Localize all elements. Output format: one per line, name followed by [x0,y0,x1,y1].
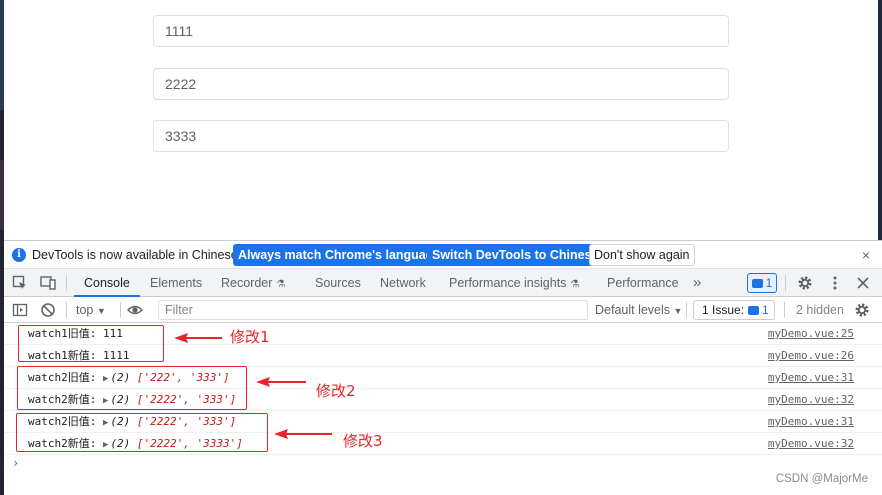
tab-performance[interactable]: Performance [607,269,679,297]
text-input-2[interactable]: 2222 [153,68,729,100]
infobar-message: DevTools is now available in Chinese! [32,248,242,262]
clear-console-icon[interactable] [40,302,56,318]
tab-recorder-label: Recorder [221,276,273,290]
experiment-flask-icon: ⚗ [570,279,580,290]
tab-elements[interactable]: Elements [150,269,202,297]
tab-performance-insights[interactable]: Performance insights ⚗ [449,269,579,297]
console-toolbar: top ▼ Filter Default levels ▼ 1 Issue: 1 … [4,297,882,323]
dropdown-arrow-icon: ▼ [96,306,106,316]
desktop-background-right [878,0,882,240]
close-icon[interactable]: × [862,247,870,263]
web-page: 1111 2222 3333 [4,0,878,240]
tab-recorder[interactable]: Recorder ⚗ [221,269,285,297]
toolbar-divider [120,302,121,318]
text-input-1[interactable]: 1111 [153,15,729,47]
toolbar-divider [784,302,785,318]
annotation-arrow-1-icon [174,333,222,343]
always-match-language-button[interactable]: Always match Chrome's language [233,244,446,266]
annotation-label-3: 修改3 [343,432,383,450]
toolbar-divider [66,302,67,318]
annotation-box-1 [18,325,164,362]
more-tabs-icon[interactable]: » [693,269,701,297]
switch-devtools-chinese-button[interactable]: Switch DevTools to Chinese [427,244,604,266]
context-selector[interactable]: top ▼ [76,297,106,323]
source-link[interactable]: myDemo.vue:32 [768,433,854,455]
inspect-element-icon[interactable] [12,275,28,291]
annotation-label-1: 修改1 [230,328,270,346]
dont-show-again-button[interactable]: Don't show again [589,244,695,266]
hidden-messages-count: 2 hidden [796,303,844,317]
toolbar-divider [66,275,67,291]
settings-gear-icon[interactable] [797,275,813,291]
tab-network[interactable]: Network [380,269,426,297]
source-link[interactable]: myDemo.vue:32 [768,389,854,411]
close-devtools-icon[interactable] [855,275,871,291]
issues-count: 1 [762,303,769,317]
device-toolbar-icon[interactable] [40,275,56,291]
eye-icon[interactable] [127,302,143,318]
annotation-box-2 [17,366,247,410]
annotation-box-3 [16,413,268,452]
issues-label: 1 Issue: [702,303,745,317]
annotation-arrow-3-icon [274,429,332,439]
console-settings-gear-icon[interactable] [854,302,870,318]
context-selector-value: top [76,303,94,317]
default-levels-label: Default levels [595,303,671,317]
message-count-badge[interactable]: 1 [747,273,777,293]
filter-input[interactable]: Filter [158,300,588,320]
language-infobar: i DevTools is now available in Chinese! … [4,241,882,269]
dropdown-arrow-icon: ▼ [673,306,683,316]
source-link[interactable]: myDemo.vue:31 [768,367,854,389]
annotation-label-2: 修改2 [316,382,356,400]
message-icon [751,279,763,288]
tab-console[interactable]: Console [74,269,140,297]
devtools-tabbar: Console Elements Recorder ⚗ Sources Netwo… [4,269,882,297]
info-icon: i [12,248,26,262]
toolbar-divider [686,302,687,318]
tab-performance-insights-label: Performance insights [449,276,567,290]
console-prompt-icon[interactable]: › [12,456,19,470]
annotation-arrow-2-icon [256,377,306,387]
sidebar-toggle-icon[interactable] [12,302,28,318]
csdn-watermark: CSDN @MajorMe [775,473,868,485]
toolbar-divider [785,275,786,291]
source-link[interactable]: myDemo.vue:26 [768,345,854,367]
source-link[interactable]: myDemo.vue:25 [768,323,854,345]
source-link[interactable]: myDemo.vue:31 [768,411,854,433]
issues-button[interactable]: 1 Issue: 1 [693,300,775,320]
tab-sources[interactable]: Sources [315,269,361,297]
default-levels-dropdown[interactable]: Default levels ▼ [595,297,682,323]
message-count: 1 [765,276,773,290]
text-input-3[interactable]: 3333 [153,120,729,152]
experiment-flask-icon: ⚗ [276,279,286,290]
issue-icon [748,306,760,315]
kebab-menu-icon[interactable] [827,275,843,291]
